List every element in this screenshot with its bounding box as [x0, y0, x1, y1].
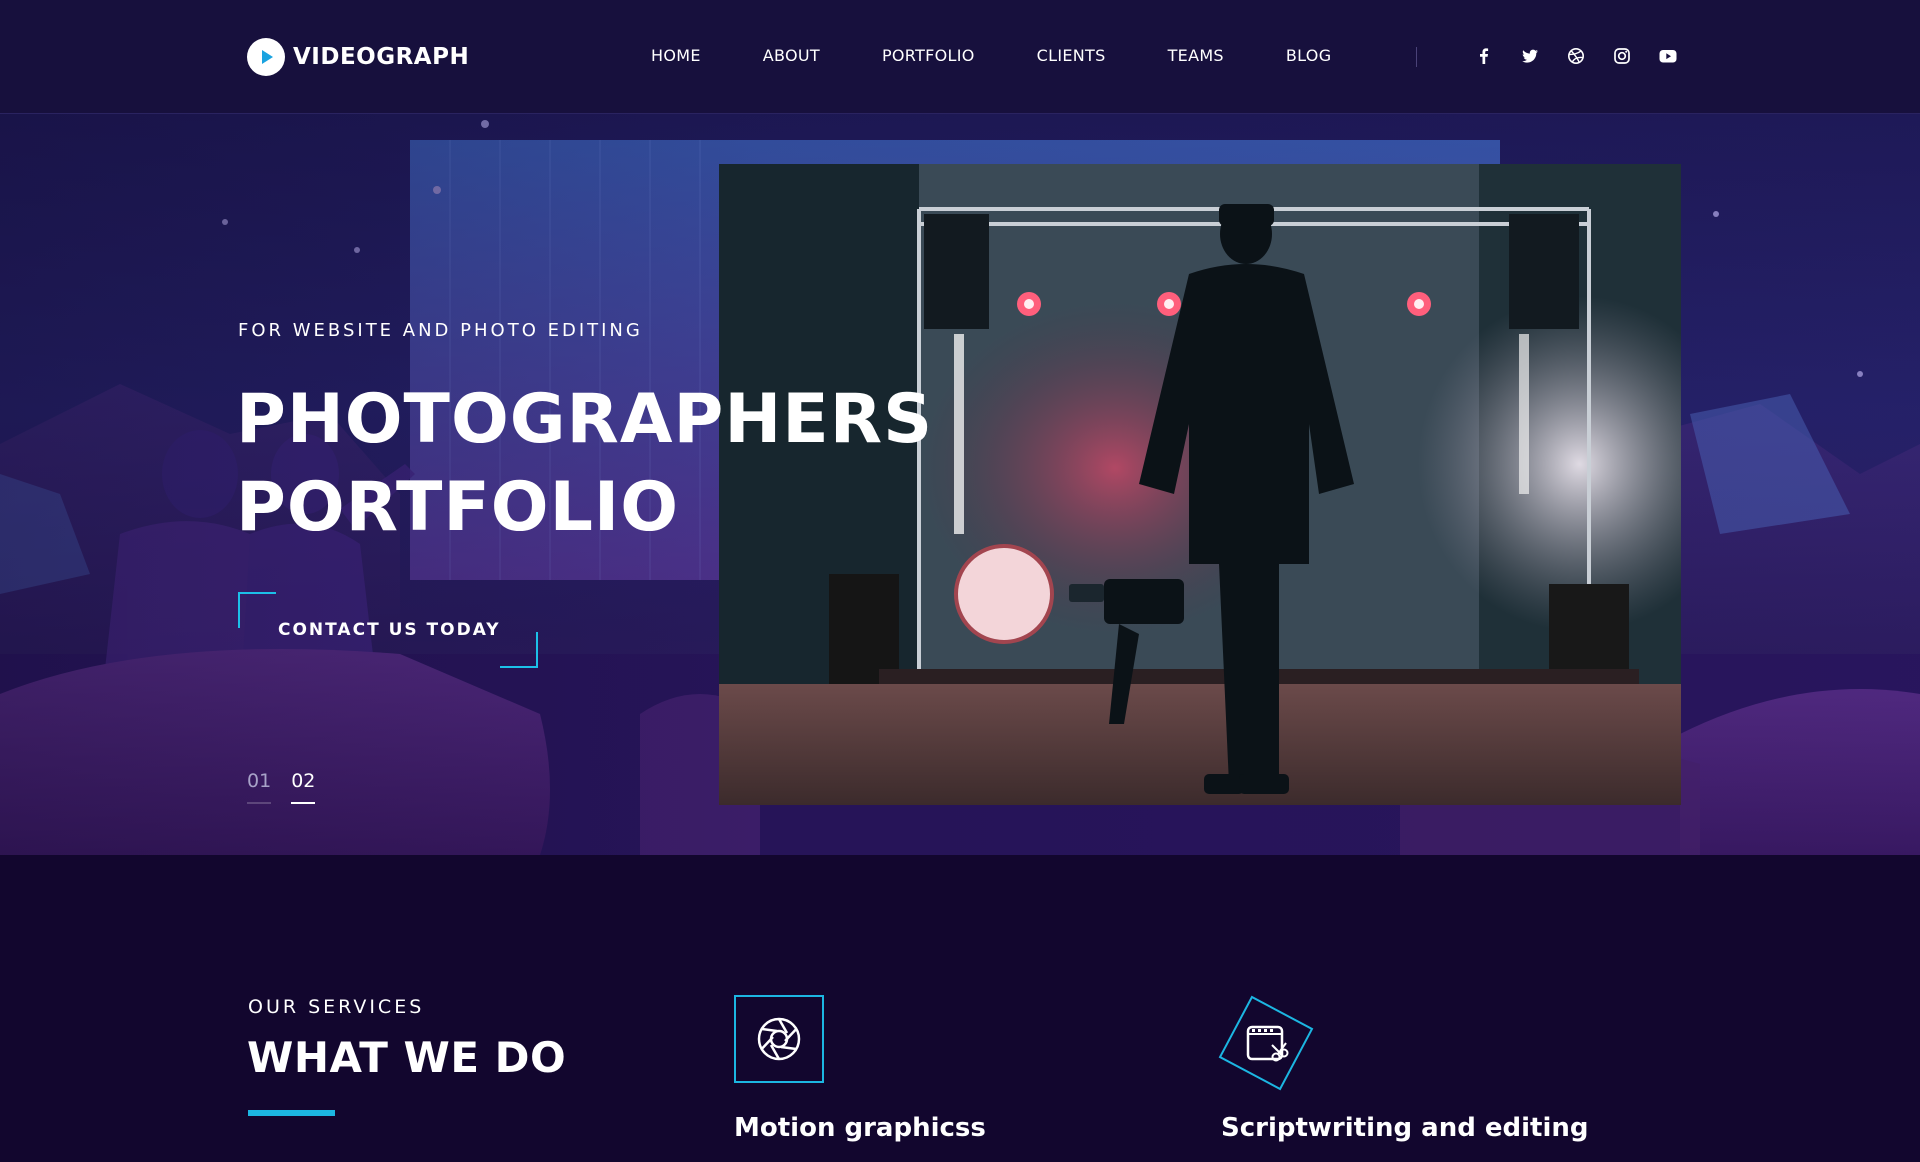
youtube-icon[interactable]: [1658, 46, 1678, 66]
service-name-motion-graphics: Motion graphicss: [734, 1113, 986, 1143]
services-title-underline: [248, 1110, 335, 1116]
hero-title-line-1: PHOTOGRAPHERS: [236, 380, 934, 459]
nav-item-teams[interactable]: TEAMS: [1168, 46, 1224, 65]
site-header: VIDEOGRAPH HOME ABOUT PORTFOLIO CLIENTS …: [0, 0, 1920, 114]
dribbble-icon[interactable]: [1566, 46, 1586, 66]
brand-name: VIDEOGRAPH: [293, 44, 470, 70]
main-nav: HOME ABOUT PORTFOLIO CLIENTS TEAMS BLOG: [651, 46, 1393, 65]
contact-us-button[interactable]: CONTACT US TODAY: [238, 592, 538, 668]
slide-pagination: 01 02: [247, 770, 316, 804]
film-scissors-icon: [1218, 995, 1314, 1091]
service-name-scriptwriting: Scriptwriting and editing: [1221, 1113, 1589, 1143]
aperture-icon: [734, 995, 824, 1083]
nav-item-portfolio[interactable]: PORTFOLIO: [882, 46, 975, 65]
play-icon: [247, 38, 285, 76]
hero-section: FOR WEBSITE AND PHOTO EDITING PHOTOGRAPH…: [0, 114, 1920, 855]
nav-item-clients[interactable]: CLIENTS: [1037, 46, 1106, 65]
services-section: OUR SERVICES WHAT WE DO Motion graphicss: [0, 855, 1920, 1162]
nav-item-about[interactable]: ABOUT: [763, 46, 820, 65]
cta-corner-bottom-right: [500, 632, 538, 668]
slide-indicator-01[interactable]: 01: [247, 770, 272, 804]
hero-title-line-2: PORTFOLIO: [236, 468, 680, 547]
social-links: [1474, 46, 1678, 66]
services-kicker: OUR SERVICES: [248, 996, 425, 1018]
slide-indicator-02[interactable]: 02: [291, 770, 316, 804]
services-title: WHAT WE DO: [247, 1033, 567, 1082]
nav-divider: [1416, 47, 1417, 67]
cta-corner-top-left: [238, 592, 276, 628]
contact-us-label: CONTACT US TODAY: [278, 620, 501, 640]
instagram-icon[interactable]: [1612, 46, 1632, 66]
hero-title: PHOTOGRAPHERS PORTFOLIO: [236, 376, 936, 552]
facebook-icon[interactable]: [1474, 46, 1494, 66]
hero-kicker: FOR WEBSITE AND PHOTO EDITING: [238, 320, 643, 341]
nav-item-blog[interactable]: BLOG: [1286, 46, 1332, 65]
twitter-icon[interactable]: [1520, 46, 1540, 66]
brand-logo[interactable]: VIDEOGRAPH: [247, 37, 469, 77]
nav-item-home[interactable]: HOME: [651, 46, 701, 65]
